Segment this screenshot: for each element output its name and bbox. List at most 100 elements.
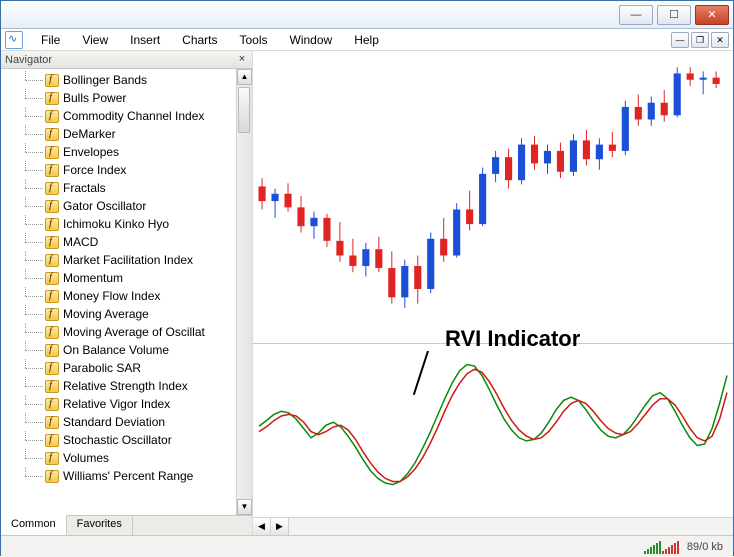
chart-tab-prev-button[interactable]: ◀ <box>253 518 271 535</box>
navigator-title: Navigator <box>5 54 52 66</box>
function-icon <box>45 434 59 447</box>
indicator-label: Fractals <box>63 181 106 195</box>
app-icon <box>5 31 23 49</box>
indicator-item[interactable]: Relative Vigor Index <box>13 395 252 413</box>
indicator-item[interactable]: Volumes <box>13 449 252 467</box>
chart-tab-next-button[interactable]: ▶ <box>271 518 289 535</box>
chart-tab-strip: ◀ ▶ <box>253 517 733 535</box>
menu-charts[interactable]: Charts <box>172 31 227 49</box>
indicator-item[interactable]: Fractals <box>13 179 252 197</box>
scroll-down-button[interactable]: ▼ <box>237 499 252 515</box>
indicator-label: Volumes <box>63 451 109 465</box>
indicator-item[interactable]: Envelopes <box>13 143 252 161</box>
indicator-item[interactable]: Relative Strength Index <box>13 377 252 395</box>
window-close-button[interactable]: ✕ <box>695 5 729 25</box>
indicator-label: On Balance Volume <box>63 343 169 357</box>
indicator-label: Standard Deviation <box>63 415 165 429</box>
menu-insert[interactable]: Insert <box>120 31 170 49</box>
function-icon <box>45 326 59 339</box>
indicator-item[interactable]: Williams' Percent Range <box>13 467 252 485</box>
indicator-label: Ichimoku Kinko Hyo <box>63 217 169 231</box>
tab-favorites[interactable]: Favorites <box>67 516 133 535</box>
function-icon <box>45 92 59 105</box>
workspace: Navigator × Bollinger Bands Bulls Power Co… <box>1 51 733 535</box>
navigator-titlebar: Navigator × <box>1 51 252 69</box>
function-icon <box>45 182 59 195</box>
indicator-label: Bollinger Bands <box>63 73 147 87</box>
indicator-label: Parabolic SAR <box>63 361 141 375</box>
indicator-label: Envelopes <box>63 145 119 159</box>
indicator-label: Relative Vigor Index <box>63 397 170 411</box>
indicator-item[interactable]: Momentum <box>13 269 252 287</box>
navigator-tabs: Common Favorites <box>1 515 252 535</box>
function-icon <box>45 362 59 375</box>
indicator-label: MACD <box>63 235 98 249</box>
indicator-label: Relative Strength Index <box>63 379 188 393</box>
indicator-label: Williams' Percent Range <box>63 469 193 483</box>
function-icon <box>45 272 59 285</box>
indicator-label: Market Facilitation Index <box>63 253 193 267</box>
indicator-item[interactable]: On Balance Volume <box>13 341 252 359</box>
scroll-thumb[interactable] <box>238 87 250 133</box>
mdi-controls: — ❐ ✕ <box>671 32 733 48</box>
indicator-item[interactable]: Commodity Channel Index <box>13 107 252 125</box>
indicator-label: Stochastic Oscillator <box>63 433 172 447</box>
indicator-item[interactable]: Gator Oscillator <box>13 197 252 215</box>
tab-common[interactable]: Common <box>1 515 67 535</box>
function-icon <box>45 146 59 159</box>
function-icon <box>45 200 59 213</box>
function-icon <box>45 74 59 87</box>
indicator-item[interactable]: MACD <box>13 233 252 251</box>
navigator-close-button[interactable]: × <box>236 54 248 66</box>
menu-view[interactable]: View <box>72 31 118 49</box>
chart-area[interactable]: RVI Indicator ◀ ▶ <box>253 51 733 535</box>
connection-bars-icon <box>644 540 679 554</box>
navigator-tree: Bollinger Bands Bulls Power Commodity Chan… <box>1 69 252 515</box>
indicator-item[interactable]: Moving Average <box>13 305 252 323</box>
mdi-restore-button[interactable]: ❐ <box>691 32 709 48</box>
function-icon <box>45 308 59 321</box>
function-icon <box>45 128 59 141</box>
function-icon <box>45 290 59 303</box>
indicator-item[interactable]: Ichimoku Kinko Hyo <box>13 215 252 233</box>
function-icon <box>45 110 59 123</box>
function-icon <box>45 236 59 249</box>
indicator-label: Money Flow Index <box>63 289 160 303</box>
indicator-item[interactable]: DeMarker <box>13 125 252 143</box>
function-icon <box>45 452 59 465</box>
indicator-item[interactable]: Standard Deviation <box>13 413 252 431</box>
navigator-scrollbar[interactable]: ▲ ▼ <box>236 69 252 515</box>
indicator-item[interactable]: Parabolic SAR <box>13 359 252 377</box>
indicator-label: Bulls Power <box>63 91 126 105</box>
rvi-indicator-chart[interactable] <box>253 344 733 516</box>
statusbar: 89/0 kb <box>1 535 733 557</box>
indicator-label: DeMarker <box>63 127 116 141</box>
indicator-label: Commodity Channel Index <box>63 109 204 123</box>
window-maximize-button[interactable]: ☐ <box>657 5 691 25</box>
menu-help[interactable]: Help <box>344 31 389 49</box>
indicator-item[interactable]: Money Flow Index <box>13 287 252 305</box>
indicator-item[interactable]: Market Facilitation Index <box>13 251 252 269</box>
menu-file[interactable]: File <box>31 31 70 49</box>
indicator-item[interactable]: Bollinger Bands <box>13 71 252 89</box>
indicator-item[interactable]: Force Index <box>13 161 252 179</box>
function-icon <box>45 218 59 231</box>
menu-window[interactable]: Window <box>280 31 343 49</box>
indicator-label: Force Index <box>63 163 126 177</box>
window-minimize-button[interactable]: — <box>619 5 653 25</box>
mdi-close-button[interactable]: ✕ <box>711 32 729 48</box>
window-titlebar: — ☐ ✕ <box>1 1 733 29</box>
scroll-up-button[interactable]: ▲ <box>237 69 252 85</box>
indicator-item[interactable]: Stochastic Oscillator <box>13 431 252 449</box>
function-icon <box>45 164 59 177</box>
indicator-item[interactable]: Bulls Power <box>13 89 252 107</box>
indicator-label: Gator Oscillator <box>63 199 146 213</box>
indicator-label: Moving Average of Oscillat <box>63 325 205 339</box>
indicator-item[interactable]: Moving Average of Oscillat <box>13 323 252 341</box>
menubar: File View Insert Charts Tools Window Hel… <box>1 29 733 51</box>
mdi-minimize-button[interactable]: — <box>671 32 689 48</box>
function-icon <box>45 380 59 393</box>
indicator-label: Moving Average <box>63 307 149 321</box>
menu-tools[interactable]: Tools <box>230 31 278 49</box>
price-chart[interactable] <box>253 51 733 343</box>
